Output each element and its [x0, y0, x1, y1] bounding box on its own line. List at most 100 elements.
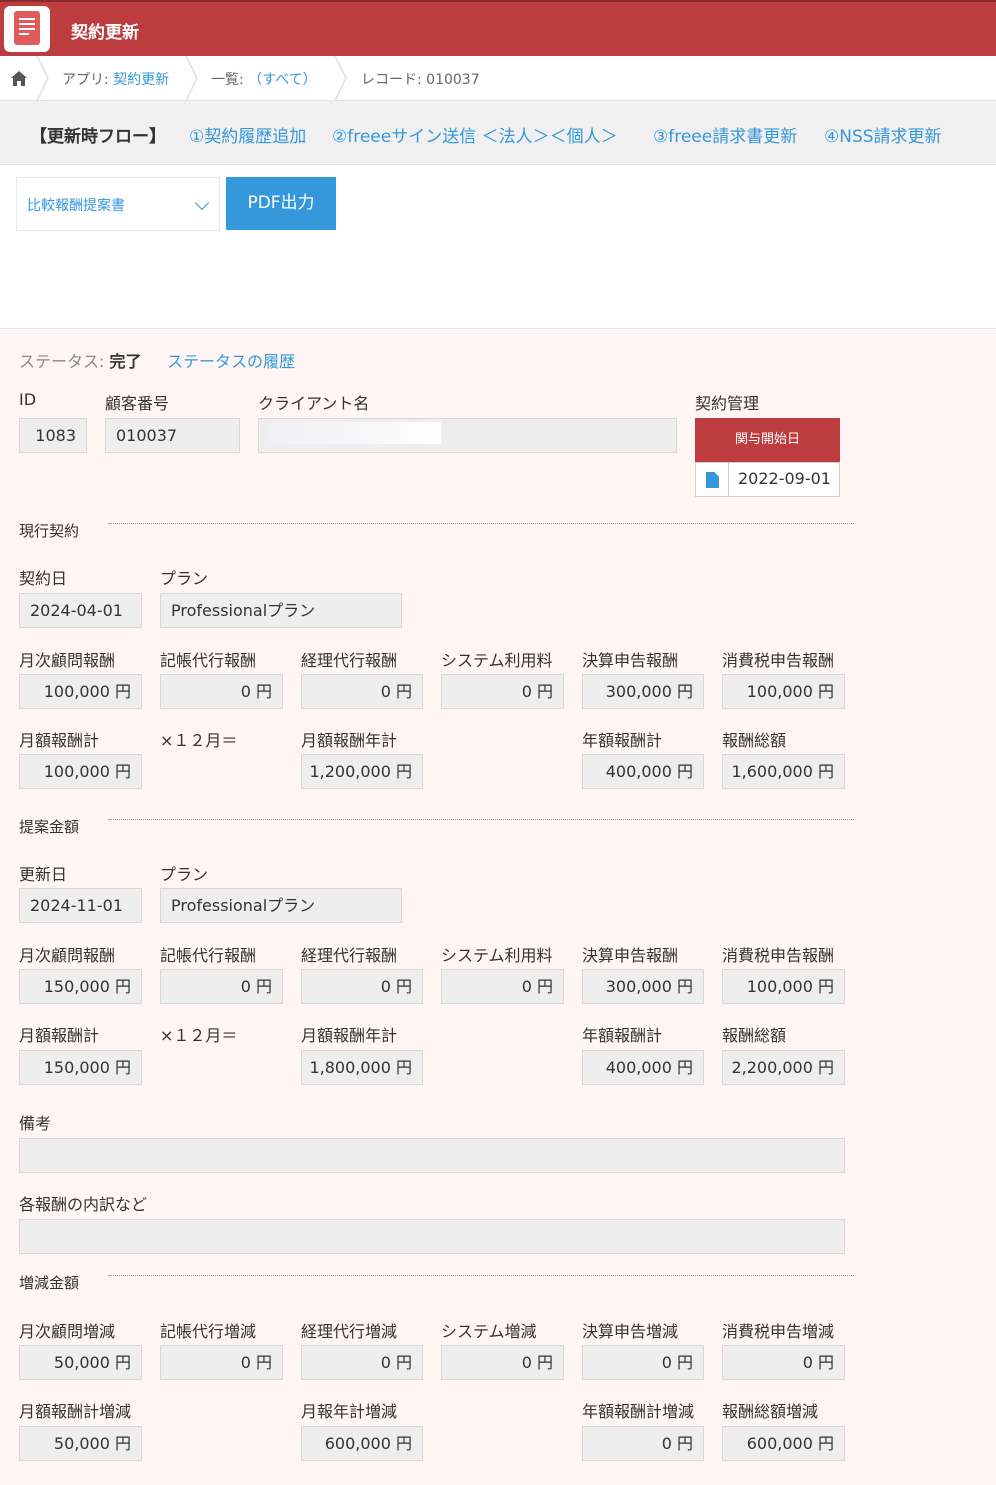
flow-link-history[interactable]: ①契約履歴追加: [189, 122, 306, 147]
chevron-down-icon: [194, 195, 210, 211]
yearly-fee-field: 400,000 円: [582, 1050, 704, 1085]
fee-label: 消費税申告報酬: [722, 651, 835, 670]
fee-field: 300,000 円: [582, 674, 704, 709]
monthly-total-field: 100,000 円: [19, 754, 142, 789]
diff-label: 消費税申告増減: [722, 1322, 835, 1341]
yearly-diff-label: 年額報酬計増減: [582, 1402, 695, 1421]
renewal-date-label: 更新日: [19, 865, 68, 884]
id-field: 1083: [19, 418, 87, 453]
yearly-fee-label: 年額報酬計: [582, 1026, 663, 1045]
memo-field: [19, 1138, 845, 1173]
app-icon[interactable]: [4, 6, 50, 52]
breadcrumb-record: レコード: 010037: [361, 72, 480, 88]
breakdown-field: [19, 1219, 845, 1254]
diff-label: 経理代行増減: [301, 1322, 398, 1341]
diff-label: システム増減: [441, 1322, 537, 1341]
contract-mgmt-column-header: 関与開始日: [695, 418, 840, 462]
flow-link-invoice[interactable]: ③freee請求書更新: [653, 122, 797, 147]
total-fee-field: 1,600,000 円: [722, 754, 845, 789]
annualized-diff-field: 600,000 円: [301, 1426, 423, 1461]
group-divider: [108, 1275, 854, 1276]
breakdown-label: 各報酬の内訳など: [19, 1195, 148, 1214]
breadcrumb: アプリ: 契約更新 一覧: （すべて） レコード: 010037: [0, 56, 996, 101]
flow-link-sign[interactable]: ②freeeサイン送信 ＜法人＞＜個人＞: [332, 122, 618, 147]
fee-field: 0 円: [441, 674, 564, 709]
flow-link-nss[interactable]: ④NSS請求更新: [824, 122, 942, 147]
fee-field: 150,000 円: [19, 969, 142, 1004]
contract-date-field: 2024-04-01: [19, 593, 142, 628]
fee-field: 100,000 円: [722, 674, 845, 709]
fee-label: 月次顧問報酬: [19, 651, 116, 670]
plan-label: プラン: [160, 569, 209, 588]
fee-field: 100,000 円: [722, 969, 845, 1004]
diff-label: 月次顧問増減: [19, 1322, 116, 1341]
breadcrumb-separator: [36, 56, 49, 101]
fee-field: 0 円: [301, 969, 423, 1004]
annualized-field: 1,200,000 円: [301, 754, 423, 789]
plan-label: プラン: [160, 865, 209, 884]
fee-field: 0 円: [160, 674, 283, 709]
record-body: [0, 330, 996, 1485]
app-title: 契約更新: [71, 23, 139, 43]
fee-field: 0 円: [441, 969, 564, 1004]
renewal-date-field: 2024-11-01: [19, 888, 142, 923]
pdf-export-button[interactable]: PDF出力: [226, 177, 336, 230]
fee-label: 消費税申告報酬: [722, 946, 835, 965]
document-icon[interactable]: [696, 463, 729, 496]
fee-label: 記帳代行報酬: [160, 946, 257, 965]
fee-label: 決算申告報酬: [582, 651, 679, 670]
multiplier-text: ×１２月＝: [160, 731, 238, 750]
fee-label: 経理代行報酬: [301, 651, 398, 670]
monthly-diff-field: 50,000 円: [19, 1426, 142, 1461]
fee-label: 月次顧問報酬: [19, 946, 116, 965]
fee-label: 記帳代行報酬: [160, 651, 257, 670]
diff-label: 記帳代行増減: [160, 1322, 257, 1341]
contract-mgmt-label: 契約管理: [695, 394, 760, 413]
annualized-diff-label: 月報年計増減: [301, 1402, 398, 1421]
home-icon[interactable]: [10, 70, 28, 87]
breadcrumb-list[interactable]: 一覧: （すべて）: [211, 69, 317, 89]
monthly-diff-label: 月額報酬計増減: [19, 1402, 132, 1421]
total-fee-field: 2,200,000 円: [722, 1050, 845, 1085]
diff-field: 0 円: [441, 1345, 564, 1380]
monthly-total-label: 月額報酬計: [19, 731, 100, 750]
contract-date-label: 契約日: [19, 569, 68, 588]
redacted-text: [268, 422, 441, 444]
fee-field: 100,000 円: [19, 674, 142, 709]
fee-label: 経理代行報酬: [301, 946, 398, 965]
group-proposal: 提案金額: [19, 818, 80, 836]
customer-number-field: 010037: [105, 418, 240, 453]
total-diff-label: 報酬総額増減: [722, 1402, 819, 1421]
flow-bar: 【更新時フロー】 ①契約履歴追加 ②freeeサイン送信 ＜法人＞＜個人＞ ③f…: [0, 101, 996, 165]
flow-title: 【更新時フロー】: [30, 127, 166, 147]
group-current-contract: 現行契約: [19, 522, 80, 540]
annualized-label: 月額報酬年計: [301, 1026, 398, 1045]
fee-label: 決算申告報酬: [582, 946, 679, 965]
customer-number-label: 顧客番号: [105, 394, 170, 413]
diff-label: 決算申告増減: [582, 1322, 679, 1341]
template-select[interactable]: 比較報酬提案書: [16, 177, 220, 231]
annualized-label: 月額報酬年計: [301, 731, 398, 750]
breadcrumb-app[interactable]: アプリ: 契約更新: [62, 69, 169, 89]
group-divider: [108, 819, 854, 820]
yearly-diff-field: 0 円: [582, 1426, 704, 1461]
annualized-field: 1,800,000 円: [301, 1050, 423, 1085]
total-fee-label: 報酬総額: [722, 731, 787, 750]
fee-field: 0 円: [301, 674, 423, 709]
breadcrumb-separator: [334, 56, 347, 101]
diff-field: 0 円: [160, 1345, 283, 1380]
monthly-total-field: 150,000 円: [19, 1050, 142, 1085]
fee-label: システム利用料: [441, 946, 553, 965]
fee-field: 300,000 円: [582, 969, 704, 1004]
breadcrumb-separator: [185, 56, 198, 101]
contract-mgmt-row[interactable]: 2022-09-01: [695, 462, 840, 497]
diff-field: 50,000 円: [19, 1345, 142, 1380]
status-history-link[interactable]: ステータスの履歴: [167, 348, 295, 372]
group-difference: 増減金額: [19, 1274, 80, 1292]
fee-label: システム利用料: [441, 651, 553, 670]
group-divider: [108, 523, 854, 524]
diff-field: 0 円: [301, 1345, 423, 1380]
plan-field: Professionalプラン: [160, 888, 402, 923]
client-name-label: クライアント名: [258, 394, 370, 413]
yearly-fee-label: 年額報酬計: [582, 731, 663, 750]
